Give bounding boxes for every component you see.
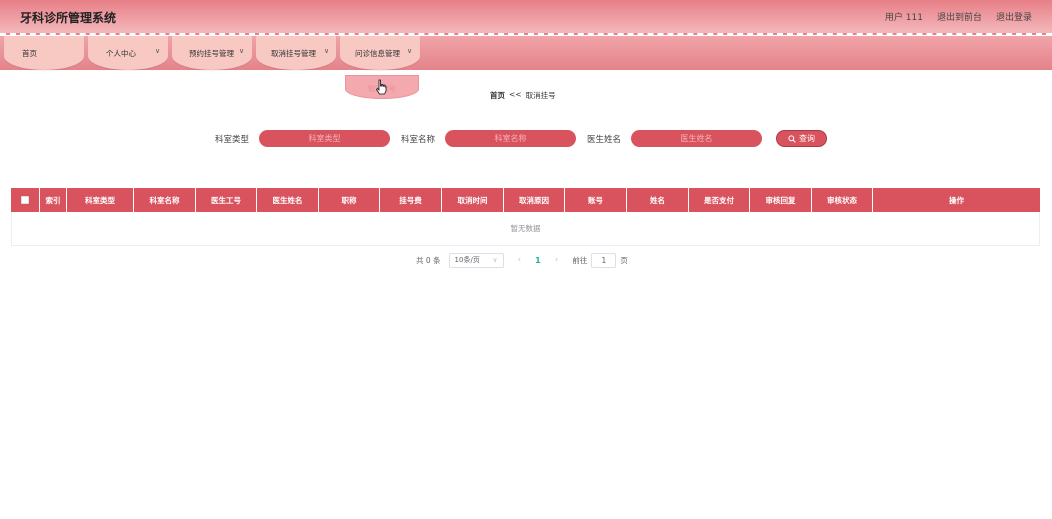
- select-all-checkbox[interactable]: [21, 196, 29, 204]
- nav-item-label: 预约挂号管理: [189, 49, 234, 58]
- next-page-icon[interactable]: ›: [555, 255, 559, 265]
- nav-item-label: 首页: [22, 49, 37, 58]
- column-header[interactable]: 医生工号: [196, 188, 257, 212]
- column-header[interactable]: 是否支付: [689, 188, 750, 212]
- breadcrumb-home[interactable]: 首页: [490, 90, 505, 101]
- dept-type-label: 科室类型: [215, 135, 250, 145]
- prev-page-icon[interactable]: ‹: [518, 255, 522, 265]
- dept-name-label: 科室名称: [401, 135, 436, 145]
- goto-label: 前往: [572, 255, 588, 265]
- column-header[interactable]: 取消原因: [504, 188, 565, 212]
- column-header[interactable]: 索引: [40, 188, 67, 212]
- column-header[interactable]: 姓名: [627, 188, 689, 212]
- page-size-value: 10条/页: [454, 256, 480, 264]
- page-number[interactable]: 1: [535, 256, 541, 265]
- chevron-down-icon: ∨: [155, 47, 161, 55]
- empty-text: 暂无数据: [510, 224, 541, 233]
- breadcrumb-separator: <<: [509, 90, 522, 99]
- nav-item-personal-center[interactable]: 个人中心 ∨: [88, 36, 168, 70]
- goto-page-input[interactable]: [591, 252, 617, 268]
- exit-to-front-link[interactable]: 退出到前台: [937, 10, 982, 23]
- column-header[interactable]: 审核回复: [750, 188, 812, 212]
- breadcrumb: 首页 << 取消挂号: [490, 90, 556, 101]
- main-nav: 首页 个人中心 ∨ 预约挂号管理 ∨ 取消挂号管理 ∨ 问诊信息管理 ∨: [0, 36, 1052, 70]
- nav-item-home[interactable]: 首页: [4, 36, 84, 70]
- header-user-area: 用户 111 退出到前台 退出登录: [885, 10, 1032, 23]
- search-button-label: 查询: [799, 134, 815, 143]
- column-header[interactable]: 科室类型: [67, 188, 134, 212]
- doctor-name-input[interactable]: [631, 130, 762, 147]
- nav-item-appointment-management[interactable]: 预约挂号管理 ∨: [172, 36, 252, 70]
- column-header[interactable]: 挂号费: [380, 188, 442, 212]
- cancel-records-table: 索引 科室类型 科室名称 医生工号 医生姓名 职称 挂号费 取消时间 取消原因 …: [11, 188, 1040, 246]
- search-icon: [788, 134, 796, 143]
- hand-cursor-icon: [375, 79, 387, 95]
- dept-name-input[interactable]: [445, 130, 576, 147]
- logout-link[interactable]: 退出登录: [996, 10, 1032, 23]
- app-title: 牙科诊所管理系统: [20, 11, 117, 25]
- column-header: 操作: [949, 195, 964, 205]
- table-empty-row: 暂无数据: [11, 212, 1040, 246]
- column-header[interactable]: 职称: [319, 188, 380, 212]
- nav-item-label: 取消挂号管理: [271, 49, 316, 58]
- breadcrumb-current: 取消挂号: [525, 91, 556, 100]
- chevron-down-icon: ∨: [492, 256, 498, 264]
- nav-item-label: 问诊信息管理: [355, 49, 400, 58]
- chevron-down-icon: ∨: [407, 47, 413, 55]
- table-header: 索引 科室类型 科室名称 医生工号 医生姓名 职称 挂号费 取消时间 取消原因 …: [11, 188, 1040, 212]
- goto-suffix: 页: [620, 255, 628, 265]
- column-header[interactable]: 取消时间: [442, 188, 504, 212]
- pagination-total: 共 0 条: [416, 255, 441, 265]
- select-all-cell: [11, 188, 40, 212]
- column-header[interactable]: 账号: [565, 188, 627, 212]
- user-label: 用户 111: [884, 13, 923, 23]
- doctor-name-label: 医生姓名: [587, 135, 622, 145]
- column-header[interactable]: 医生姓名: [257, 188, 319, 212]
- nav-item-label: 个人中心: [106, 49, 136, 58]
- pagination: 共 0 条 10条/页 ∨ ‹ 1 › 前往 页: [416, 252, 628, 268]
- nav-item-cancel-management[interactable]: 取消挂号管理 ∨: [256, 36, 336, 70]
- chevron-down-icon: ∨: [239, 47, 245, 55]
- column-header[interactable]: 审核状态: [812, 188, 873, 212]
- search-button[interactable]: 查询: [776, 130, 827, 147]
- chevron-down-icon: ∨: [324, 47, 330, 55]
- column-header[interactable]: 科室名称: [134, 188, 196, 212]
- top-header: 牙科诊所管理系统 用户 111 退出到前台 退出登录: [0, 0, 1052, 35]
- page-size-select[interactable]: 10条/页 ∨: [448, 252, 504, 268]
- nav-item-consultation-management[interactable]: 问诊信息管理 ∨: [340, 36, 420, 70]
- dept-type-input[interactable]: [259, 130, 390, 147]
